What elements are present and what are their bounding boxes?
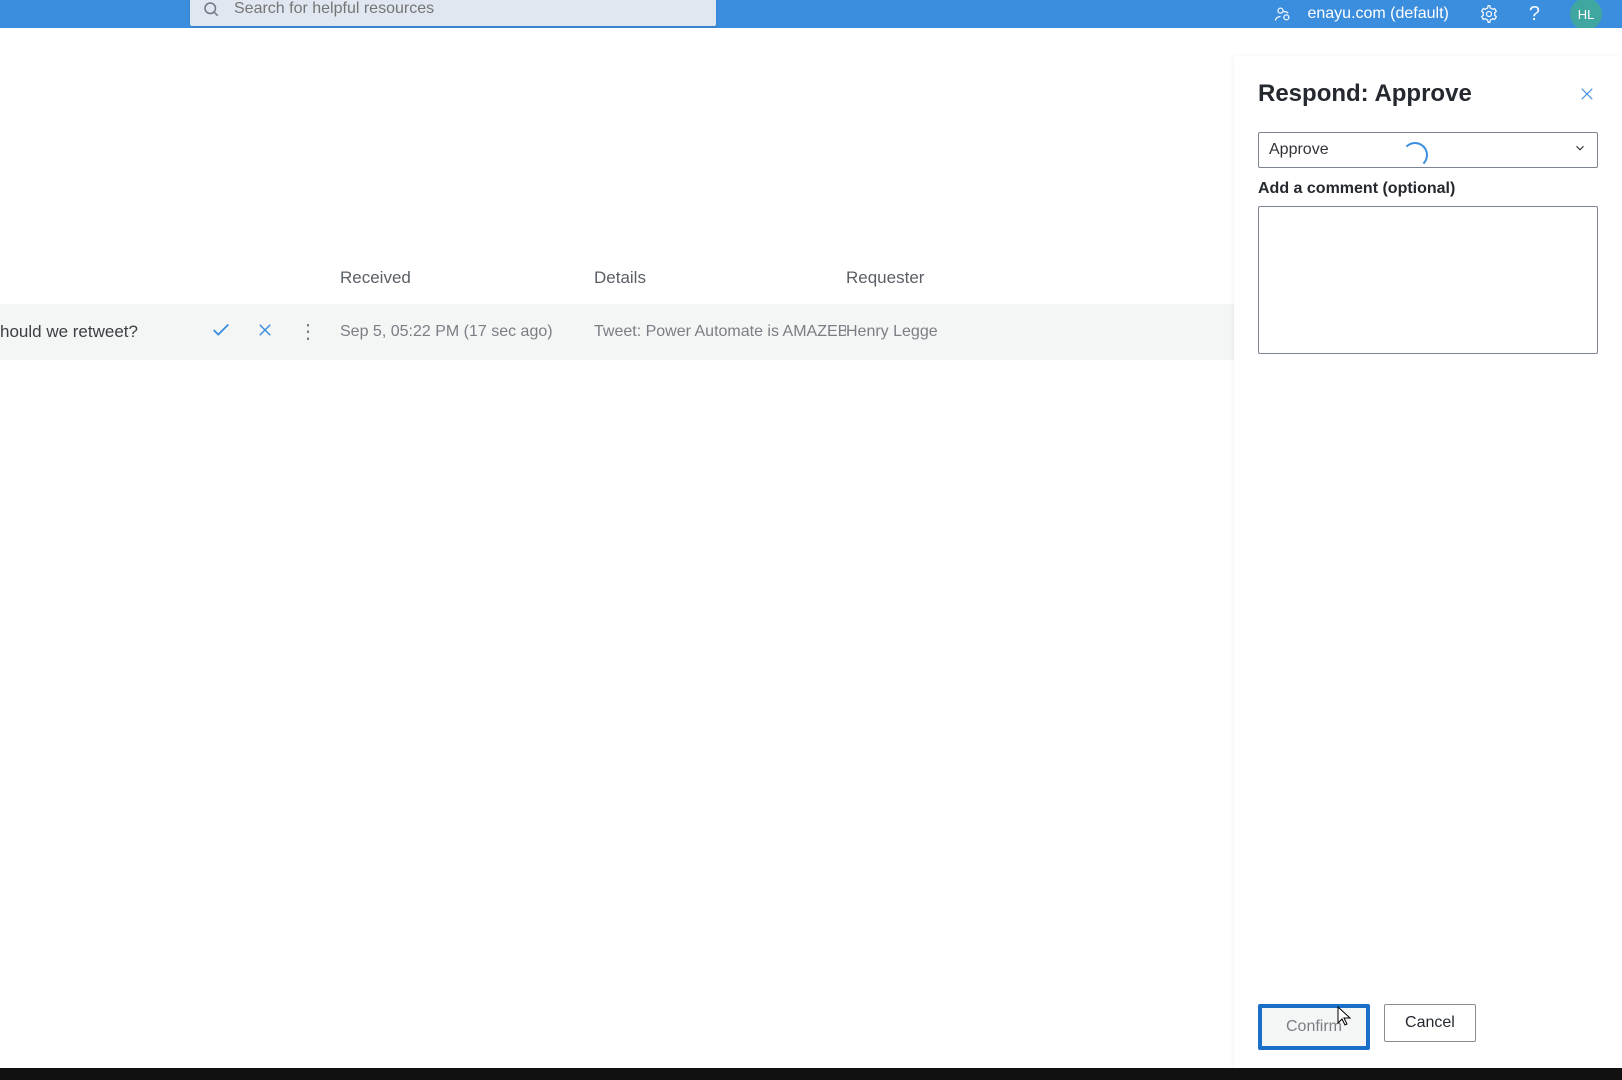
row-actions: ⋮ xyxy=(192,319,340,346)
row-requester: Henry Legge xyxy=(846,323,1234,341)
approval-row[interactable]: hould we retweet? ⋮ Sep 5, 05:22 PM (17 … xyxy=(0,304,1234,360)
search-box[interactable] xyxy=(190,0,716,26)
panel-footer: Confirm Cancel xyxy=(1258,986,1598,1068)
header-right: enayu.com (default) ? HL xyxy=(1273,0,1602,30)
environment-label: enayu.com (default) xyxy=(1307,5,1448,23)
comment-textarea[interactable] xyxy=(1258,206,1598,354)
confirm-button[interactable]: Confirm xyxy=(1262,1008,1366,1046)
col-details: Details xyxy=(594,268,846,288)
row-received: Sep 5, 05:22 PM (17 sec ago) xyxy=(340,323,594,341)
cancel-button[interactable]: Cancel xyxy=(1384,1004,1476,1042)
respond-panel: Respond: Approve Approve Add a comment (… xyxy=(1234,56,1622,1068)
loading-spinner-icon xyxy=(1402,142,1428,168)
close-icon[interactable] xyxy=(1576,83,1598,105)
confirm-button-highlight: Confirm xyxy=(1258,1004,1370,1050)
chevron-down-icon xyxy=(1573,141,1587,160)
search-input[interactable] xyxy=(234,0,704,18)
avatar[interactable]: HL xyxy=(1570,0,1602,30)
response-dropdown[interactable]: Approve xyxy=(1258,132,1598,168)
help-icon[interactable]: ? xyxy=(1529,3,1540,26)
app-header: enayu.com (default) ? HL xyxy=(0,0,1622,28)
dropdown-value: Approve xyxy=(1269,141,1329,159)
environment-icon xyxy=(1273,4,1293,24)
taskbar xyxy=(0,1068,1622,1080)
panel-title: Respond: Approve xyxy=(1258,80,1472,108)
content-area: Received Details Requester hould we retw… xyxy=(0,28,1622,1080)
row-title: hould we retweet? xyxy=(0,322,192,342)
more-icon[interactable]: ⋮ xyxy=(298,322,318,342)
environment-picker[interactable]: enayu.com (default) xyxy=(1273,4,1448,24)
settings-icon[interactable] xyxy=(1479,4,1499,24)
approve-icon[interactable] xyxy=(210,319,232,346)
reject-icon[interactable] xyxy=(256,321,274,344)
col-received: Received xyxy=(340,268,594,288)
search-icon xyxy=(202,0,220,18)
row-details: Tweet: Power Automate is AMAZEBA... xyxy=(594,323,846,341)
comment-label: Add a comment (optional) xyxy=(1258,180,1598,198)
